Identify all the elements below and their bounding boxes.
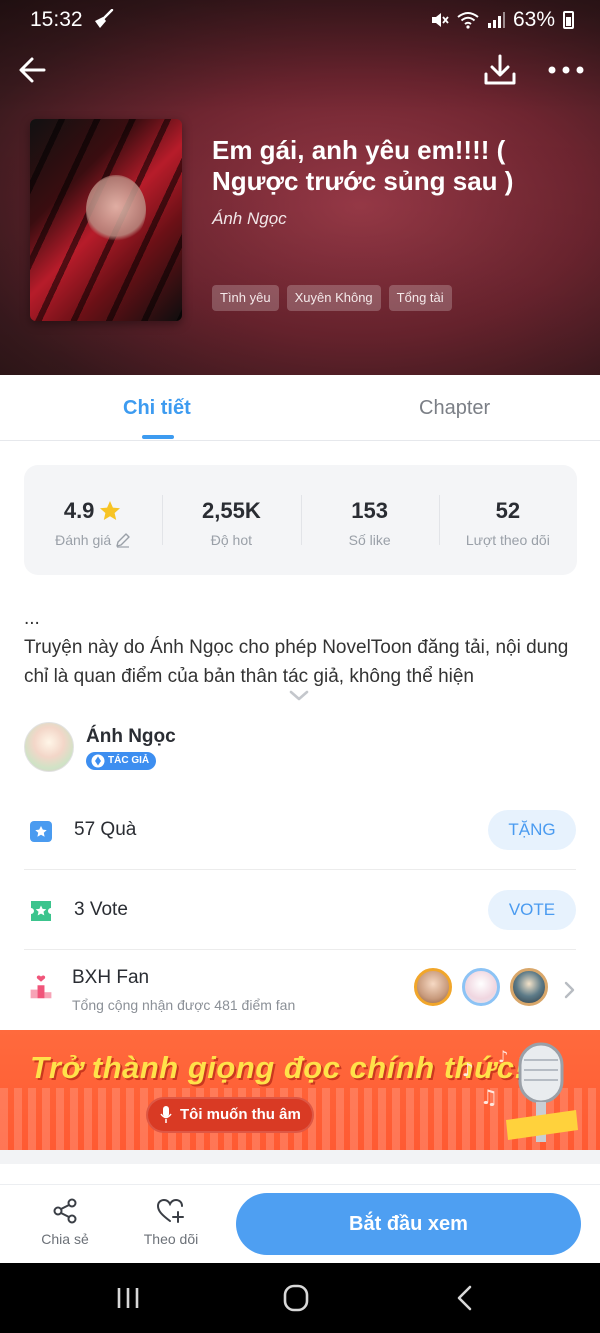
followers-value: 52 <box>495 498 521 523</box>
more-options-icon[interactable] <box>544 54 588 86</box>
stat-likes: 153 Số like <box>300 465 439 575</box>
gift-icon <box>30 821 52 842</box>
author-badge: TÁC GIẢ <box>86 752 157 770</box>
tag-item[interactable]: Tổng tài <box>388 285 452 311</box>
rating-value: 4.9 <box>63 498 95 523</box>
expand-chevron-icon[interactable] <box>287 688 311 704</box>
top-toolbar <box>0 48 600 92</box>
book-cover[interactable] <box>30 119 182 321</box>
vote-count-text: 3 Vote <box>74 899 128 921</box>
microphone-icon: ♪ ♫ ♪ <box>462 1042 578 1142</box>
fan-podium-icon <box>30 975 52 999</box>
vote-row: 3 Vote VOTE <box>24 870 576 950</box>
author-avatar[interactable] <box>24 722 74 772</box>
book-author[interactable]: Ánh Ngọc <box>212 209 287 229</box>
bottom-action-bar: Chia sẻ Theo dõi Bắt đầu xem <box>0 1184 600 1262</box>
hot-value: 2,55K <box>202 498 261 523</box>
share-button[interactable]: Chia sẻ <box>30 1197 100 1247</box>
book-header: 15:32 63% Em gái, anh yêu em!!!! (Ngược… <box>0 0 600 375</box>
tab-bar: Chi tiết Chapter <box>0 375 600 441</box>
back-arrow-icon[interactable] <box>14 50 54 90</box>
fan-avatar[interactable] <box>462 968 500 1006</box>
gift-label: Quà <box>100 819 137 840</box>
signal-icon <box>487 12 505 28</box>
fan-avatar[interactable] <box>414 968 452 1006</box>
pen-nib-icon <box>91 754 105 768</box>
vote-count: 3 <box>74 899 85 920</box>
rating-label: Đánh giá <box>55 532 112 548</box>
follow-label: Theo dõi <box>143 1231 199 1247</box>
author-badge-label: TÁC GIẢ <box>108 755 150 766</box>
mic-small-icon <box>160 1106 172 1123</box>
followers-label: Lượt theo dõi <box>465 532 550 548</box>
stats-card: 4.9 Đánh giá 2,55K Độ hot 153 Số like 52… <box>24 465 577 575</box>
book-title: Em gái, anh yêu em!!!! ( Ngược trước sủn… <box>212 135 514 196</box>
mute-icon <box>431 13 449 27</box>
hot-label: Độ hot <box>210 532 252 548</box>
heart-add-icon <box>156 1198 184 1223</box>
status-time: 15:32 <box>30 8 83 31</box>
vote-button[interactable]: VOTE <box>488 890 576 930</box>
status-right: 63% <box>429 8 574 32</box>
stat-rating[interactable]: 4.9 Đánh giá <box>24 465 162 575</box>
cleaner-icon <box>95 9 114 28</box>
book-description[interactable]: ... Truyện này do Ánh Ngọc cho phép Nove… <box>24 604 584 691</box>
recent-apps-icon[interactable] <box>108 1283 148 1313</box>
fan-ranking-subtitle: Tổng cộng nhận được 481 điểm fan <box>72 997 296 1013</box>
fan-avatar[interactable] <box>510 968 548 1006</box>
vote-label: Vote <box>89 899 128 920</box>
gift-count: 57 <box>74 819 96 840</box>
start-reading-button[interactable]: Bắt đầu xem <box>236 1193 581 1255</box>
section-spacer <box>0 1150 600 1164</box>
system-nav-bar <box>0 1263 600 1333</box>
tag-item[interactable]: Tình yêu <box>212 285 279 311</box>
status-bar: 15:32 63% <box>0 0 600 40</box>
fan-ranking-title: BXH Fan <box>72 967 150 988</box>
tab-indicator <box>142 435 174 439</box>
star-icon <box>100 501 121 520</box>
vote-ticket-icon <box>31 901 51 921</box>
record-voice-label: Tôi muốn thu âm <box>180 1106 301 1123</box>
system-back-icon[interactable] <box>446 1283 486 1313</box>
share-label: Chia sẻ <box>41 1231 89 1247</box>
stat-followers: 52 Lượt theo dõi <box>438 465 577 575</box>
edit-icon[interactable] <box>115 532 131 548</box>
svg-text:♪: ♪ <box>498 1047 508 1066</box>
follow-button[interactable]: Theo dõi <box>136 1197 206 1247</box>
likes-label: Số like <box>348 532 391 548</box>
chevron-right-icon[interactable] <box>562 980 576 1000</box>
tab-detail[interactable]: Chi tiết <box>123 397 191 420</box>
top-fans <box>414 968 548 1006</box>
download-icon[interactable] <box>482 50 518 90</box>
battery-percent: 63% <box>512 8 555 31</box>
tab-chapter[interactable]: Chapter <box>419 397 490 420</box>
give-gift-button[interactable]: TẶNG <box>488 810 576 850</box>
author-row[interactable]: Ánh Ngọc TÁC GIẢ <box>24 722 576 774</box>
genre-tags: Tình yêu Xuyên Không Tổng tài <box>212 285 452 311</box>
tag-item[interactable]: Xuyên Không <box>286 285 381 311</box>
battery-icon <box>563 11 574 29</box>
wifi-icon <box>457 12 479 29</box>
svg-text:♪: ♪ <box>462 1060 474 1081</box>
fan-ranking-row[interactable]: BXH Fan Tổng cộng nhận được 481 điểm fan <box>24 950 576 1030</box>
likes-value: 153 <box>351 498 388 523</box>
gift-count-text: 57 Quà <box>74 819 136 841</box>
share-icon <box>53 1198 77 1224</box>
author-name[interactable]: Ánh Ngọc <box>86 726 176 748</box>
svg-text:♫: ♫ <box>480 1085 498 1109</box>
home-icon[interactable] <box>276 1283 316 1313</box>
stat-hot: 2,55K Độ hot <box>162 465 300 575</box>
gift-row: 57 Quà TẶNG <box>24 790 576 870</box>
